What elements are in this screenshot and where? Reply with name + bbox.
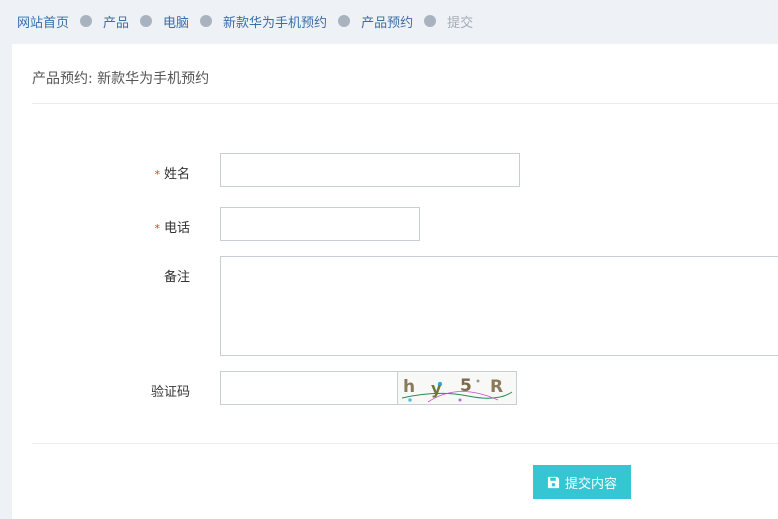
breadcrumb-current: 提交 bbox=[447, 15, 474, 31]
breadcrumb-reservation[interactable]: 产品预约 bbox=[361, 12, 413, 31]
captcha-char: h bbox=[403, 377, 415, 397]
captcha-image[interactable]: h y 5 R bbox=[397, 371, 517, 405]
name-label-text: 姓名 bbox=[163, 167, 190, 182]
phone-input[interactable] bbox=[220, 207, 420, 241]
breadcrumb-separator bbox=[80, 15, 93, 27]
breadcrumb: 网站首页 产品 电脑 新款华为手机预约 产品预约 提交 bbox=[17, 12, 474, 31]
required-mark: * bbox=[154, 222, 160, 235]
phone-label-text: 电话 bbox=[163, 221, 190, 236]
breadcrumb-separator bbox=[424, 15, 437, 27]
breadcrumb-home[interactable]: 网站首页 bbox=[17, 12, 69, 31]
name-input[interactable] bbox=[220, 153, 520, 187]
breadcrumb-computers[interactable]: 电脑 bbox=[163, 12, 189, 31]
captcha-char: R bbox=[490, 377, 503, 397]
captcha-label-text: 验证码 bbox=[150, 385, 190, 400]
name-label: * 姓名 bbox=[50, 163, 190, 182]
submit-button[interactable]: 提交内容 bbox=[533, 465, 631, 499]
notes-textarea[interactable] bbox=[220, 256, 778, 356]
page-title: 产品预约: 新款华为手机预约 bbox=[32, 71, 210, 87]
captcha-char: y bbox=[431, 379, 442, 398]
captcha-label: 验证码 bbox=[50, 381, 190, 400]
breadcrumb-separator bbox=[140, 15, 153, 27]
breadcrumb-separator bbox=[200, 15, 213, 27]
notes-label-text: 备注 bbox=[163, 270, 190, 285]
form-panel: 产品预约: 新款华为手机预约 *姓名 *电话 备注 验证码 h y 5 R bbox=[12, 44, 778, 519]
breadcrumb-products[interactable]: 产品 bbox=[103, 12, 129, 31]
save-icon bbox=[547, 476, 560, 488]
divider bbox=[32, 443, 778, 444]
breadcrumb-separator bbox=[338, 15, 351, 27]
submit-label: 提交内容 bbox=[564, 476, 617, 492]
captcha-input[interactable] bbox=[220, 371, 398, 405]
required-mark: * bbox=[154, 168, 160, 181]
notes-label: 备注 bbox=[50, 266, 190, 285]
phone-label: * 电话 bbox=[50, 217, 190, 236]
captcha-graphic: h y 5 R bbox=[398, 372, 516, 404]
captcha-char: 5 bbox=[460, 376, 472, 396]
breadcrumb-product-page[interactable]: 新款华为手机预约 bbox=[223, 12, 327, 31]
divider bbox=[32, 103, 778, 104]
